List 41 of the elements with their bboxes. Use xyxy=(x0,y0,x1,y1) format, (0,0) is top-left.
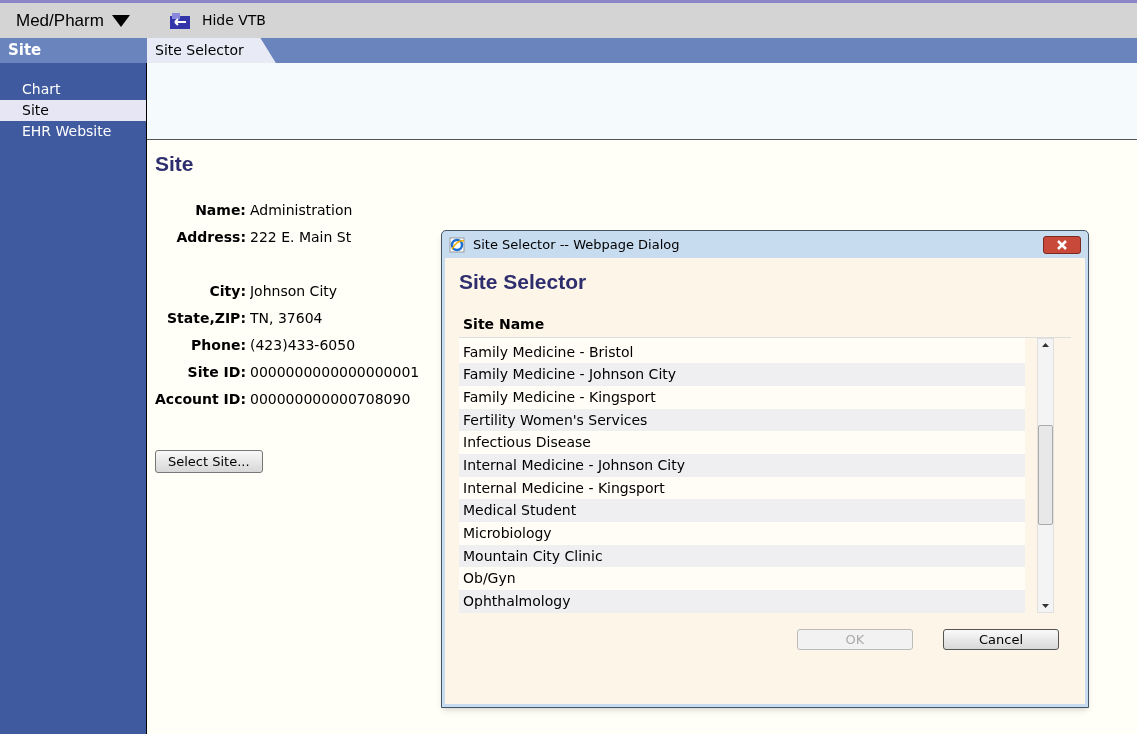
dialog-heading: Site Selector xyxy=(459,269,588,295)
section-heading: Site xyxy=(155,151,195,177)
field-value: TN, 37604 xyxy=(250,308,324,328)
menu-label[interactable]: Med/Pharm xyxy=(16,7,104,34)
list-row[interactable]: Internal Medicine - Johnson City xyxy=(459,453,1025,477)
scroll-up-icon[interactable] xyxy=(1042,342,1049,347)
close-button[interactable] xyxy=(1043,235,1081,254)
field-label: Account ID: xyxy=(155,389,246,409)
field-value: 000000000000708090 xyxy=(250,389,412,409)
dropdown-arrow-icon[interactable] xyxy=(111,14,130,27)
select-site-button[interactable]: Select Site... xyxy=(155,449,263,473)
tab[interactable]: Site Selector xyxy=(147,38,276,63)
field-label: Site ID: xyxy=(186,362,246,382)
dialog-button[interactable]: Cancel xyxy=(943,628,1059,650)
list-row[interactable]: Ophthalmology xyxy=(459,590,1025,613)
field-label: Name: xyxy=(194,200,246,220)
field-value: 222 E. Main St xyxy=(250,227,353,247)
scroll-thumb[interactable] xyxy=(1038,425,1053,526)
list-row[interactable]: Fertility Women's Services xyxy=(459,408,1025,432)
scrollbar[interactable] xyxy=(1037,337,1054,613)
dialog-title: Site Selector -- Webpage Dialog xyxy=(473,235,681,254)
field-label: Address: xyxy=(175,227,246,247)
list-row[interactable]: Mountain City Clinic xyxy=(459,544,1025,568)
field-value: Johnson City xyxy=(250,281,339,301)
hide-vtb-button[interactable]: Hide VTB xyxy=(169,10,266,31)
field-value: Administration xyxy=(250,200,354,220)
list-row[interactable]: Family Medicine - Johnson City xyxy=(459,363,1025,386)
sidebar-item[interactable]: EHR Website xyxy=(0,121,146,142)
browser-icon xyxy=(449,236,465,253)
scroll-down-icon[interactable] xyxy=(1042,603,1049,608)
sidebar-item[interactable]: Chart xyxy=(0,79,146,100)
field-value: 0000000000000000001 xyxy=(250,362,421,382)
sidebar-title: Site xyxy=(7,40,43,61)
field-label: City: xyxy=(208,281,246,301)
field-label: State,ZIP: xyxy=(166,308,246,328)
close-icon xyxy=(1057,239,1067,250)
sidebar-item[interactable]: Site xyxy=(0,100,146,121)
field-value: (423)433-6050 xyxy=(250,335,357,355)
column-header: Site Name xyxy=(463,314,546,334)
field-label: Phone: xyxy=(190,335,246,355)
list-row[interactable]: Medical Student xyxy=(459,499,1025,522)
